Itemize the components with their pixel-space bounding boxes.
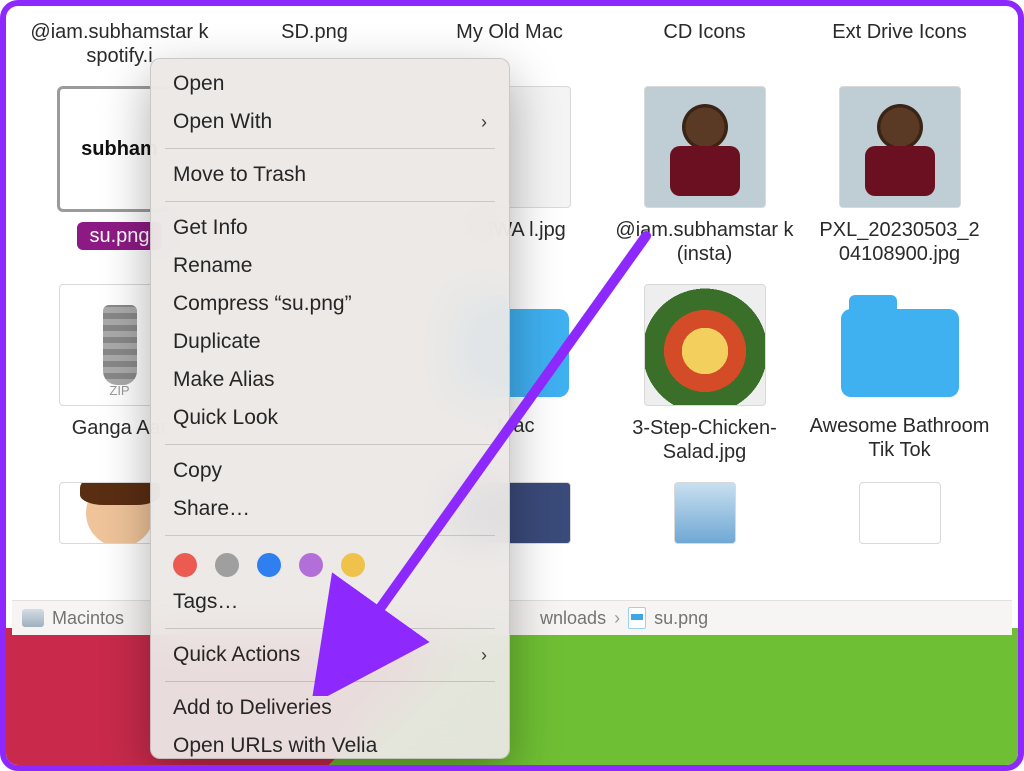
menu-item-label: Compress “su.png” bbox=[173, 292, 352, 316]
file-thumbnail bbox=[644, 86, 766, 208]
menu-item-trash[interactable]: Move to Trash bbox=[151, 156, 509, 194]
annotated-frame: @iam.subhamstar k spotify.i SD.png My Ol… bbox=[0, 0, 1024, 771]
menu-item-open-with[interactable]: Open With › bbox=[151, 103, 509, 141]
menu-item-duplicate[interactable]: Duplicate bbox=[151, 323, 509, 361]
file-label: PXL_20230503_2 04108900.jpg bbox=[807, 218, 992, 266]
menu-item-label: Duplicate bbox=[173, 330, 261, 354]
folder-thumbnail bbox=[840, 284, 960, 404]
file-item[interactable]: CD Icons bbox=[607, 16, 802, 68]
file-label: Awesome Bathroom Tik Tok bbox=[807, 414, 992, 462]
disk-icon bbox=[22, 609, 44, 627]
menu-item-label: Get Info bbox=[173, 216, 248, 240]
chevron-right-icon: › bbox=[481, 645, 487, 666]
file-label: Ext Drive Icons bbox=[832, 20, 966, 44]
file-label: @iam.subhamstar k (insta) bbox=[612, 218, 797, 266]
menu-separator bbox=[165, 628, 495, 629]
chevron-right-icon: › bbox=[614, 608, 620, 629]
file-label: 3-Step-Chicken-Salad.jpg bbox=[612, 416, 797, 464]
file-thumbnail bbox=[644, 284, 766, 406]
tag-color-row bbox=[151, 543, 509, 583]
folder-icon bbox=[841, 309, 959, 397]
file-item[interactable] bbox=[997, 16, 1024, 68]
file-thumbnail bbox=[674, 482, 736, 544]
menu-item-quick-actions[interactable]: Quick Actions › bbox=[151, 636, 509, 674]
path-segment[interactable]: Macintos bbox=[52, 608, 124, 629]
menu-item-open-urls[interactable]: Open URLs with Velia bbox=[151, 727, 509, 758]
file-item[interactable]: PXL 50 bbox=[997, 86, 1024, 266]
tag-purple[interactable] bbox=[299, 553, 323, 577]
menu-item-rename[interactable]: Rename bbox=[151, 247, 509, 285]
zip-badge: ZIP bbox=[109, 383, 129, 398]
menu-item-share[interactable]: Share… bbox=[151, 490, 509, 528]
file-item[interactable]: @iam.subhamstar k (insta) bbox=[607, 86, 802, 266]
tag-gray[interactable] bbox=[215, 553, 239, 577]
tag-yellow[interactable] bbox=[341, 553, 365, 577]
png-file-icon bbox=[628, 607, 646, 629]
file-item[interactable] bbox=[607, 482, 802, 544]
file-item[interactable] bbox=[802, 482, 997, 544]
menu-item-label: Quick Actions bbox=[173, 643, 300, 667]
menu-item-open[interactable]: Open bbox=[151, 65, 509, 103]
menu-item-label: Open URLs with Velia bbox=[173, 734, 377, 758]
file-item[interactable]: Awesome Bathroom Tik Tok bbox=[802, 284, 997, 464]
chevron-right-icon: › bbox=[481, 112, 487, 133]
menu-item-label: Add to Deliveries bbox=[173, 696, 332, 720]
menu-separator bbox=[165, 535, 495, 536]
context-menu: Open Open With › Move to Trash Get Info R… bbox=[150, 58, 510, 759]
tag-red[interactable] bbox=[173, 553, 197, 577]
file-label: My Old Mac bbox=[456, 20, 563, 44]
menu-item-add-to-deliveries[interactable]: Add to Deliveries bbox=[151, 689, 509, 727]
file-thumbnail bbox=[839, 86, 961, 208]
menu-item-label: Move to Trash bbox=[173, 163, 306, 187]
menu-item-label: Copy bbox=[173, 459, 222, 483]
path-segment[interactable]: su.png bbox=[654, 608, 708, 629]
menu-separator bbox=[165, 148, 495, 149]
zip-icon bbox=[103, 305, 137, 385]
menu-item-label: Tags… bbox=[173, 590, 238, 614]
menu-item-get-info[interactable]: Get Info bbox=[151, 209, 509, 247]
file-label: CD Icons bbox=[663, 20, 745, 44]
tag-blue[interactable] bbox=[257, 553, 281, 577]
thumb-text: subham bbox=[81, 138, 158, 161]
menu-item-label: Quick Look bbox=[173, 406, 278, 430]
menu-item-label: Open With bbox=[173, 110, 272, 134]
menu-item-tags[interactable]: Tags… bbox=[151, 583, 509, 621]
file-thumbnail bbox=[859, 482, 941, 544]
menu-separator bbox=[165, 681, 495, 682]
menu-item-quick-look[interactable]: Quick Look bbox=[151, 399, 509, 437]
file-item[interactable]: 3-Step-Chicken-Salad.jpg bbox=[607, 284, 802, 464]
menu-item-make-alias[interactable]: Make Alias bbox=[151, 361, 509, 399]
file-item[interactable]: PXL_20230503_2 04108900.jpg bbox=[802, 86, 997, 266]
menu-item-compress[interactable]: Compress “su.png” bbox=[151, 285, 509, 323]
menu-separator bbox=[165, 444, 495, 445]
menu-item-label: Rename bbox=[173, 254, 252, 278]
file-item[interactable]: s hairs bbox=[997, 284, 1024, 464]
file-label: su.png bbox=[77, 222, 161, 250]
file-item[interactable]: Ext Drive Icons bbox=[802, 16, 997, 68]
menu-item-label: Make Alias bbox=[173, 368, 275, 392]
menu-separator bbox=[165, 201, 495, 202]
menu-item-label: Share… bbox=[173, 497, 250, 521]
path-segment[interactable]: wnloads bbox=[540, 608, 606, 629]
menu-item-copy[interactable]: Copy bbox=[151, 452, 509, 490]
file-label: SD.png bbox=[281, 20, 348, 44]
menu-item-label: Open bbox=[173, 72, 224, 96]
file-item[interactable] bbox=[997, 482, 1024, 544]
